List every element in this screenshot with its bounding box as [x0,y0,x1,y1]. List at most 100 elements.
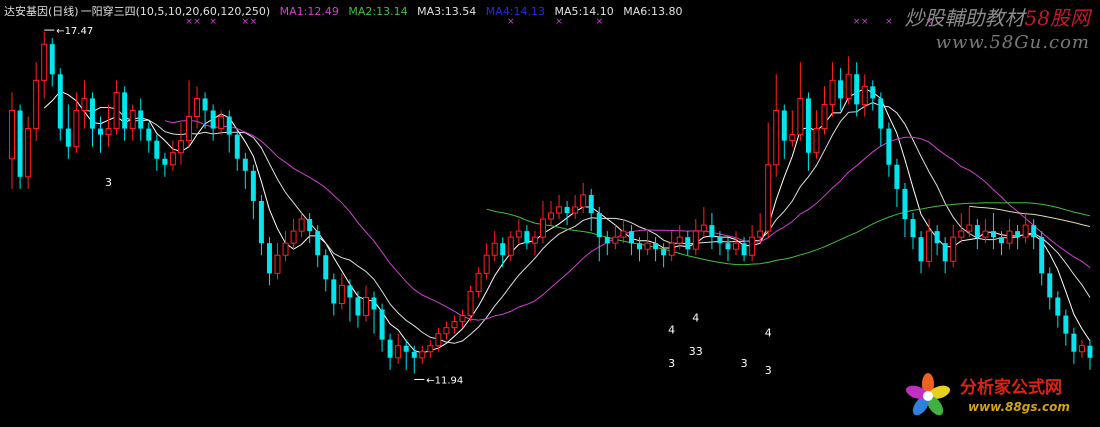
candle-body-up [1022,224,1029,238]
candle-body-down [17,110,23,177]
pattern-count-label: 33 [689,345,703,358]
high-price-label: ←17.47 [56,26,93,37]
candle-body-down [138,110,144,129]
candle-body-down [717,237,723,244]
candle-body-up [338,284,345,304]
candle-body-down [1071,333,1077,352]
candle-body-up [556,206,563,214]
signal-marker: × [885,17,893,27]
candle-body-down [162,158,168,165]
candle-body-down [596,213,602,238]
candle-body-up [274,254,281,274]
candle-body-down [258,200,264,244]
candle-body-up [475,272,482,292]
signal-marker: × [193,17,201,27]
candle-body-up [186,116,192,142]
candle-body-up [290,230,297,244]
candle-body-down [411,351,417,358]
candle-body-down [355,297,361,316]
candle-body-up [467,290,474,317]
candle-body-up [829,79,836,105]
candle-body-down [49,44,55,75]
candle-body-up [169,152,176,166]
candle-body-up [749,236,756,256]
candle-body-down [918,237,924,262]
candle-body-down [1055,297,1061,316]
candle-body-down [524,231,530,244]
signal-marker: × [853,17,861,27]
candle-body-up [572,206,579,214]
candle-body-up [982,230,989,238]
candle-body-up [926,230,933,262]
candle-body-up [950,236,957,262]
pattern-count-label: 4 [692,312,699,325]
candle-body-down [307,219,313,232]
candle-body-up [789,134,796,142]
candle-body-down [838,80,844,99]
candle-body-up [105,128,112,136]
candle-body-down [1047,273,1053,298]
candle-body-down [628,231,634,244]
candle-body-down [89,98,95,129]
candle-body-down [709,225,715,238]
candle-body-down [1087,345,1093,358]
candle-body-down [347,285,353,298]
candle-body-up [419,351,426,359]
candle-body-down [387,339,393,358]
signal-marker: × [861,17,869,27]
candle-body-up [282,242,289,256]
candle-body-down [266,243,272,274]
candle-body-down [234,134,240,159]
candle-body-up [25,128,32,178]
logo-text[interactable]: 分析家公式网 [960,373,1062,398]
candle-body-up [676,236,683,244]
signal-marker: × [185,17,193,27]
candle-body-up [548,212,554,220]
candle-body-up [612,236,619,244]
candle-body-up [451,321,458,329]
candle-body-down [242,158,248,171]
candle-body-down [934,231,940,244]
candlestick-chart[interactable]: × × × × × × × × × × × ×343433343←17.47←11.94 [0,0,1100,427]
candle-body-up [459,315,466,323]
candle-body-down [910,219,916,238]
candle-body-down [98,128,104,135]
candle-body-up [194,97,201,118]
candle-body-down [781,110,787,141]
candle-body-down [998,237,1004,244]
candle-body-down [315,231,321,256]
candle-body-up [129,109,136,130]
signal-marker: × [209,17,217,27]
candle-body-down [210,110,216,129]
candle-body-up [427,345,434,353]
candle-body-up [539,218,546,238]
candle-body-down [323,255,329,280]
candle-body-up [958,230,965,238]
candle-body-down [685,237,691,250]
candle-body-down [146,128,152,141]
candle-body-down [250,170,256,201]
candle-body-down [154,140,160,159]
candle-body-up [757,230,764,238]
candle-body-down [942,243,948,262]
candle-body-up [435,333,442,347]
candle-body-up [692,230,699,250]
watermark-brand: 58股网 [1024,6,1090,30]
candle-body-up [9,109,16,160]
candle-body-down [202,98,208,111]
candle-body-up [33,79,40,130]
logo-url[interactable]: www.88gs.com [968,400,1070,414]
candle-body-down [379,309,385,340]
candle-body-up [821,103,828,130]
candle-body-down [588,194,594,214]
candle-body-up [765,164,772,232]
candle-body-up [861,85,868,105]
candle-body-up [362,296,369,317]
candle-body-up [620,230,627,238]
candle-body-up [81,97,88,111]
pattern-count-label: 3 [765,364,772,377]
candle-body-up [491,242,498,256]
candle-body-down [500,243,506,256]
pattern-count-label: 4 [668,324,675,337]
candle-body-down [878,98,884,129]
